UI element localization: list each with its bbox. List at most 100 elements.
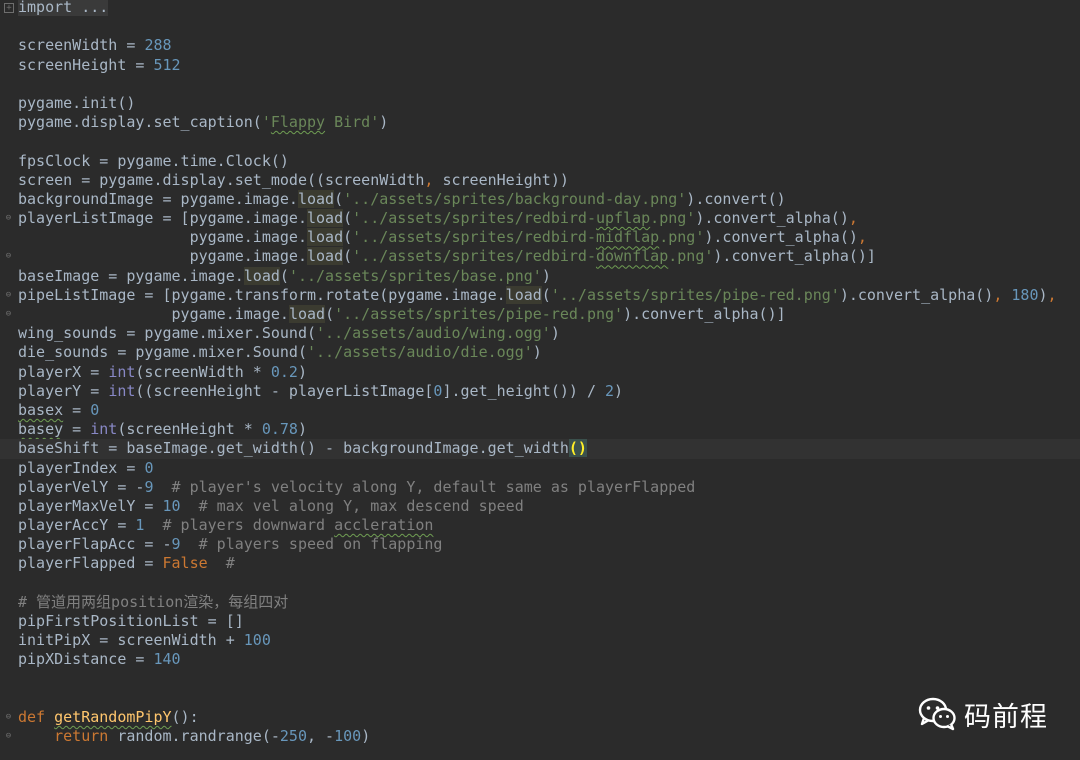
code-token: 512 [153,55,181,74]
code-line[interactable]: pipXDistance = 140 [0,650,1080,669]
code-token: int [108,362,136,381]
code-line[interactable]: screen = pygame.display.set_mode((screen… [0,171,1080,190]
code-line[interactable]: playerFlapped = False # [0,554,1080,573]
code-token: Bird' [325,113,380,132]
code-token: ' [261,113,271,132]
code-line[interactable]: ⊖ pygame.image.load('../assets/sprites/r… [0,247,1080,266]
code-editor[interactable]: + import ... screenWidth = 288 screenHeight… [0,0,1080,760]
code-line[interactable]: # 管道用两组position渲染，每组四对 [0,593,1080,612]
code-text: baseShift = baseImage.get_width() - back… [18,439,587,458]
code-line[interactable]: basex = 0 [0,401,1080,420]
code-line[interactable] [0,132,1080,151]
code-token: accleration [334,516,434,535]
code-token: False [162,554,208,573]
code-line[interactable]: ⊖ pygame.image.load('../assets/sprites/p… [0,305,1080,324]
code-token: # players downward [162,516,335,535]
fold-end-icon[interactable]: ⊖ [4,731,13,741]
fold-end-icon[interactable]: ⊖ [4,251,13,261]
code-token: load [243,266,280,285]
code-token: () [568,439,587,458]
code-line[interactable]: initPipX = screenWidth + 100 [0,631,1080,650]
code-token: , [307,727,317,746]
code-line[interactable]: pipFirstPositionList = [] [0,612,1080,631]
code-text: playerAccY = 1 # players downward accler… [18,516,433,535]
fold-end-icon[interactable]: ⊖ [4,309,13,319]
code-line[interactable]: playerVelY = -9 # player's velocity alon… [0,478,1080,497]
code-text: def getRandomPipY(): [18,708,199,727]
fold-collapse-icon[interactable]: ⊖ [4,290,13,300]
code-line[interactable]: ⊖ pipeListImage = [pygame.transform.rotat… [0,285,1080,305]
watermark-text: 码前程 [964,701,1048,733]
code-lines[interactable]: + import ... screenWidth = 288 screenHeight… [0,0,1080,746]
code-line[interactable]: playerY = int((screenHeight - playerList… [0,382,1080,401]
code-line[interactable]: backgroundImage = pygame.image.load('../… [0,189,1080,209]
code-text: pygame.display.set_caption('Flappy Bird'… [18,113,388,132]
code-text: playerFlapAcc = -9 # players speed on fl… [18,535,442,554]
code-token: baseShift = baseImage.get_width() - back… [18,439,569,458]
fold-collapse-icon[interactable]: ⊖ [4,213,13,223]
code-token: '../assets/sprites/redbird- [352,228,596,247]
code-line[interactable]: basey = int(screenHeight * 0.78) [0,420,1080,439]
code-token: 100 [334,727,362,746]
code-line[interactable]: playerFlapAcc = -9 # players speed on fl… [0,535,1080,554]
code-line[interactable]: ⊖ playerListImage = [pygame.image.load('.… [0,209,1080,228]
code-token: backgroundImage = pygame.image. [18,189,298,208]
code-token: 0 [90,400,100,419]
code-text: pipXDistance = 140 [18,650,181,669]
code-line[interactable]: pygame.image.load('../assets/sprites/red… [0,228,1080,247]
code-line[interactable] [0,670,1080,689]
code-token: return [54,727,109,746]
code-token: ) [614,381,624,400]
code-line[interactable]: playerMaxVelY = 10 # max vel along Y, ma… [0,497,1080,516]
code-token: (screenHeight * [117,420,262,439]
code-text: basex = 0 [18,401,99,420]
code-line[interactable]: screenHeight = 512 [0,56,1080,75]
code-line[interactable] [0,75,1080,94]
code-line[interactable]: playerX = int(screenWidth * 0.2) [0,363,1080,382]
fold-collapse-icon[interactable]: ⊖ [4,712,13,722]
code-token: (screenWidth * [135,362,271,381]
code-text: screenWidth = 288 [18,36,172,55]
code-text: basey = int(screenHeight * 0.78) [18,420,307,439]
code-line[interactable]: fpsClock = pygame.time.Clock() [0,152,1080,171]
code-token: # player's velocity along Y, default sam… [171,477,696,496]
code-line[interactable]: pygame.init() [0,94,1080,113]
code-text: pygame.image.load('../assets/sprites/red… [18,228,867,247]
code-line[interactable]: baseShift = baseImage.get_width() - back… [0,439,1080,459]
code-token: = [63,400,91,419]
code-token: 0.78 [261,420,298,439]
code-line[interactable]: die_sounds = pygame.mixer.Sound('../asse… [0,343,1080,362]
code-token: # max vel along Y, max descend speed [198,496,524,515]
code-token: load [306,228,344,247]
fold-expand-icon[interactable]: + [4,3,14,13]
code-token: basex [18,400,64,419]
code-line[interactable]: playerAccY = 1 # players downward accler… [0,516,1080,535]
code-text: playerIndex = 0 [18,459,153,478]
code-token: getRandomPipY [54,707,172,726]
code-line[interactable]: wing_sounds = pygame.mixer.Sound('../ass… [0,324,1080,343]
code-line[interactable]: pygame.display.set_caption('Flappy Bird'… [0,113,1080,132]
code-line[interactable]: playerIndex = 0 [0,459,1080,478]
code-text: playerVelY = -9 # player's velocity alon… [18,478,695,497]
code-token: ((screenHeight - playerListImage[ [135,381,434,400]
code-token: 0 [144,458,154,477]
code-line[interactable]: baseImage = pygame.image.load('../assets… [0,266,1080,286]
code-token: playerX = [18,362,109,381]
code-token: ) [550,324,560,343]
code-token: playerFlapped = [18,554,163,573]
code-token: '../assets/audio/wing.ogg' [316,324,551,343]
code-line[interactable] [0,17,1080,36]
code-token: ( [541,285,551,304]
code-token: ) [361,727,371,746]
code-token: screenHeight = [18,55,154,74]
code-token: ) [1038,285,1048,304]
code-text: screen = pygame.display.set_mode((screen… [18,171,569,190]
code-line[interactable]: + import ... [0,0,1080,17]
code-token: , [857,228,867,247]
code-token: playerY = [18,381,109,400]
code-line[interactable]: screenWidth = 288 [0,36,1080,55]
code-line[interactable] [0,574,1080,593]
